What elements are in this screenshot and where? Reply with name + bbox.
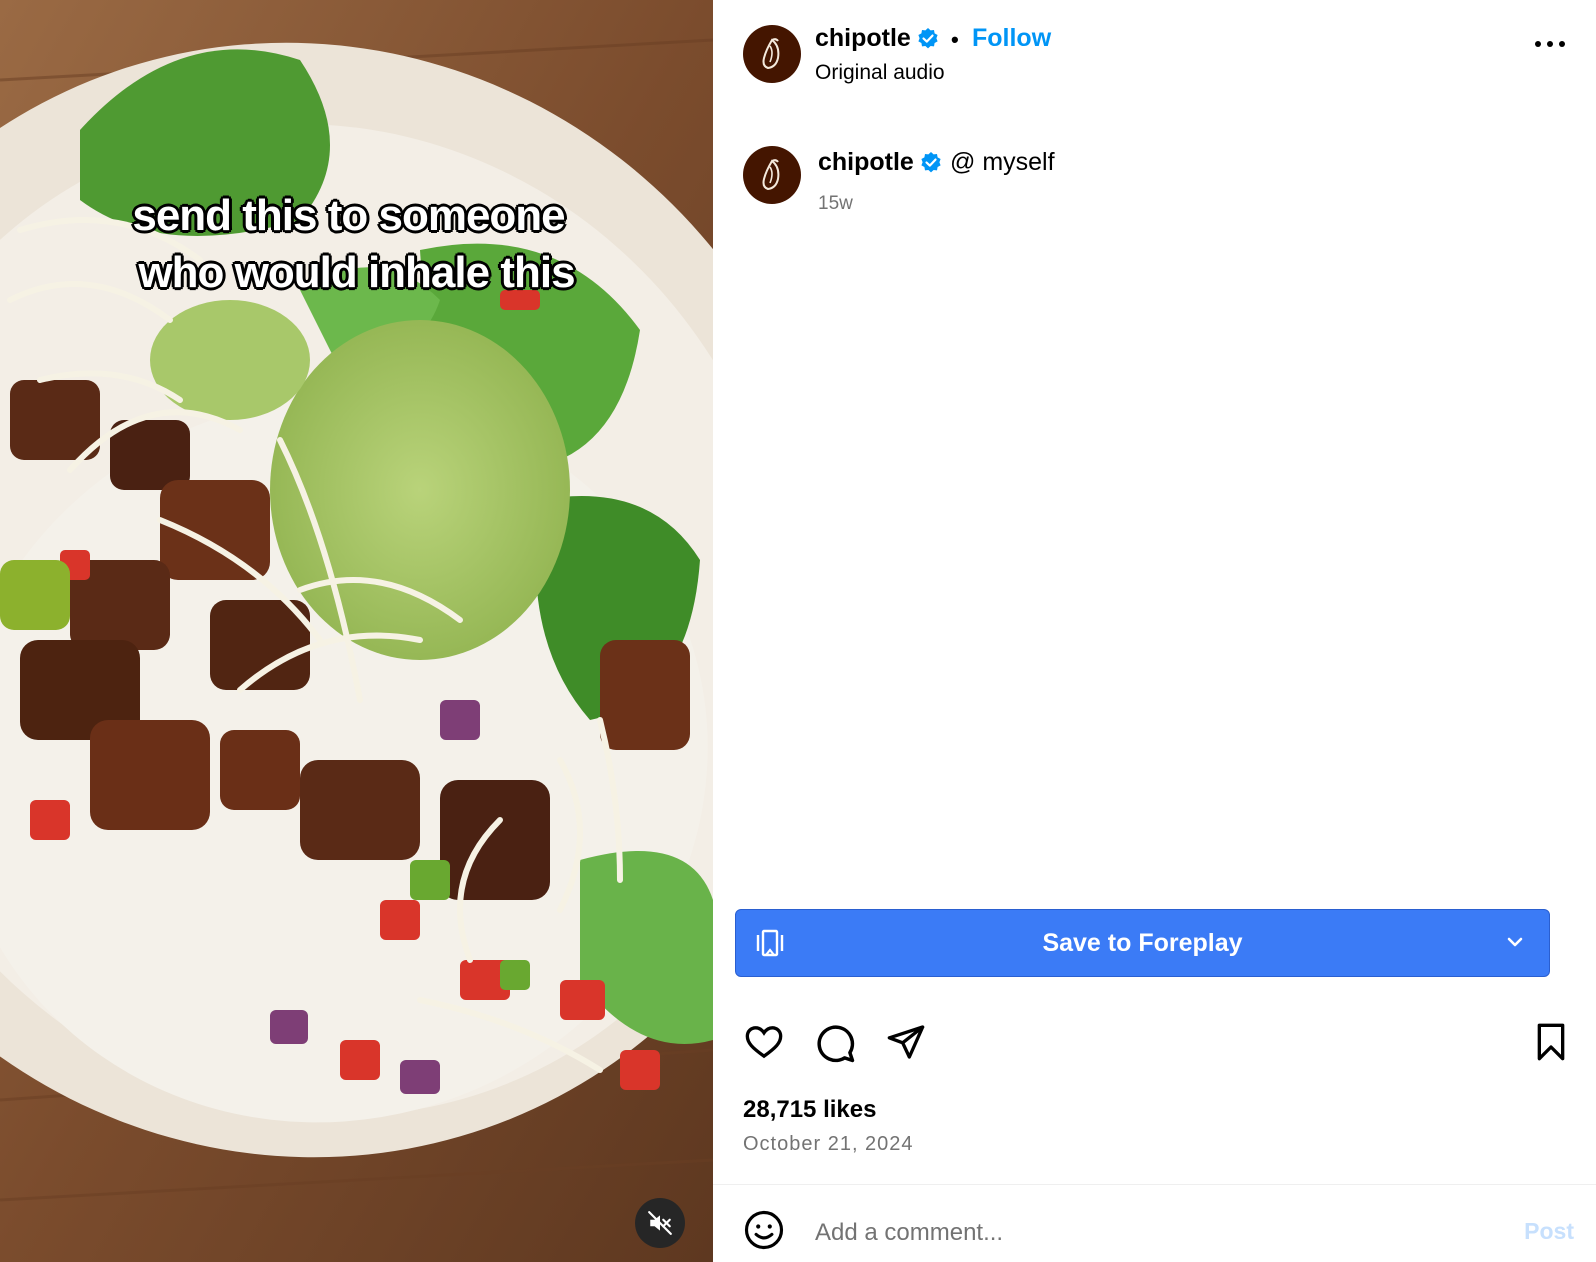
comment-icon[interactable] <box>814 1022 856 1064</box>
bookmark-icon[interactable] <box>1533 1022 1569 1062</box>
post-video[interactable]: send this to someone who would inhale th… <box>0 0 713 1262</box>
save-button-label: Save to Foreplay <box>1042 928 1243 957</box>
share-icon[interactable] <box>885 1022 927 1062</box>
post-date[interactable]: October 21, 2024 <box>743 1133 914 1156</box>
chipotle-pepper-logo-icon <box>762 159 780 191</box>
emoji-icon[interactable] <box>743 1209 785 1251</box>
caption-timestamp[interactable]: 15w <box>818 193 853 215</box>
divider <box>713 1184 1596 1185</box>
verified-badge-icon <box>921 152 941 173</box>
more-options-icon[interactable] <box>1534 40 1566 48</box>
mute-toggle-button[interactable] <box>635 1198 685 1248</box>
author-avatar[interactable] <box>743 25 801 83</box>
post-details-panel: chipotle • Follow Original audio chipotl… <box>713 0 1596 1262</box>
video-caption-overlay-line1: send this to someone <box>132 191 565 240</box>
separator-dot: • <box>951 27 959 52</box>
caption-username[interactable]: chipotle <box>818 148 914 177</box>
likes-count[interactable]: 28,715 likes <box>743 1096 876 1124</box>
video-caption-overlay-line2: who would inhale this <box>138 248 575 297</box>
chipotle-pepper-logo-icon <box>762 38 780 70</box>
caption-text: @ myself <box>950 148 1055 176</box>
chevron-down-icon[interactable] <box>1505 932 1525 952</box>
comment-input[interactable] <box>813 1212 1497 1254</box>
follow-button[interactable]: Follow <box>972 24 1051 53</box>
save-collection-icon <box>756 929 784 957</box>
heart-icon[interactable] <box>743 1022 785 1062</box>
save-to-foreplay-button[interactable]: Save to Foreplay <box>735 909 1550 977</box>
audio-label[interactable]: Original audio <box>815 61 945 85</box>
verified-badge-icon <box>918 28 938 49</box>
author-username[interactable]: chipotle <box>815 24 911 53</box>
caption-author-avatar[interactable] <box>743 146 801 204</box>
post-comment-button[interactable]: Post <box>1524 1218 1574 1245</box>
speaker-muted-icon <box>648 1211 672 1235</box>
